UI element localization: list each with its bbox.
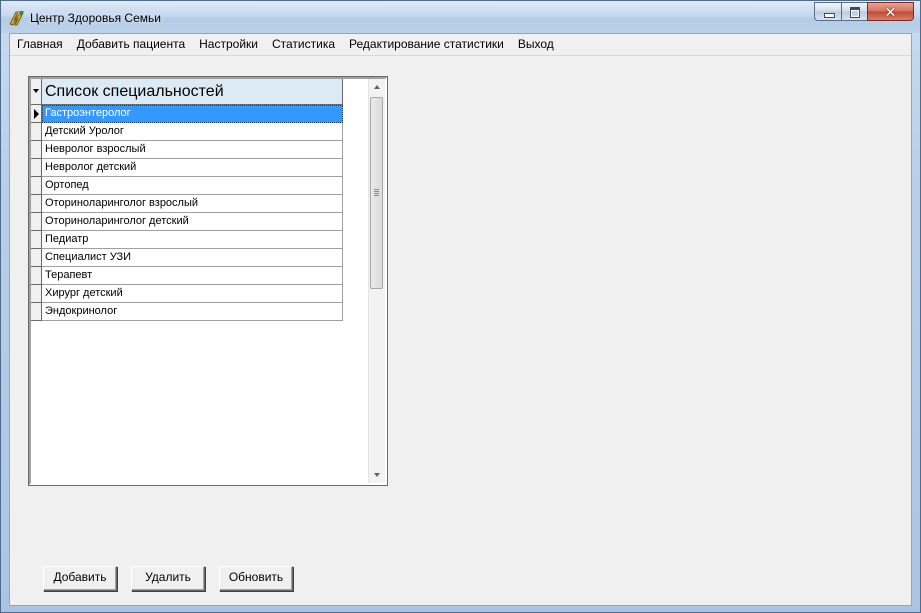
row-indicator[interactable] <box>31 177 42 195</box>
caption-buttons: ✕ <box>814 2 914 22</box>
maximize-icon <box>850 7 860 18</box>
minimize-icon <box>824 13 835 18</box>
row-indicator[interactable] <box>31 213 42 231</box>
grid-cell[interactable]: Ортопед <box>42 177 343 195</box>
grid-cell[interactable]: Терапевт <box>42 267 343 285</box>
specialties-grid[interactable]: Список специальностей Гастроэнтеролог Дет… <box>28 76 388 486</box>
grip-icon <box>374 189 379 190</box>
app-logo-icon <box>9 11 24 26</box>
table-row[interactable]: Ортопед <box>31 177 343 195</box>
table-row[interactable]: Оториноларинголог детский <box>31 213 343 231</box>
grid-cell[interactable]: Хирург детский <box>42 285 343 303</box>
grid-cell[interactable]: Невролог взрослый <box>42 141 343 159</box>
row-indicator[interactable] <box>31 195 42 213</box>
row-indicator[interactable] <box>31 123 42 141</box>
table-row[interactable]: Эндокринолог <box>31 303 343 321</box>
grid-cell[interactable]: Эндокринолог <box>42 303 343 321</box>
close-button[interactable]: ✕ <box>867 2 914 21</box>
indicator-column-header[interactable] <box>31 79 42 105</box>
table-row[interactable]: Педиатр <box>31 231 343 249</box>
app-window: Центр Здоровья Семьи ✕ Главная Добавить … <box>0 0 921 613</box>
scroll-thumb[interactable] <box>370 97 383 289</box>
row-indicator[interactable] <box>31 141 42 159</box>
window-title: Центр Здоровья Семьи <box>30 11 161 25</box>
grid-cell[interactable]: Специалист УЗИ <box>42 249 343 267</box>
client-area: Главная Добавить пациента Настройки Стат… <box>9 33 912 606</box>
table-row[interactable]: Оториноларинголог взрослый <box>31 195 343 213</box>
current-row-arrow-icon <box>34 109 39 119</box>
grid-cell[interactable]: Оториноларинголог детский <box>42 213 343 231</box>
maximize-button[interactable] <box>841 2 867 21</box>
menu-item-settings[interactable]: Настройки <box>192 34 265 55</box>
menu-item-exit[interactable]: Выход <box>511 34 561 55</box>
grid-cell[interactable]: Гастроэнтеролог <box>42 105 343 123</box>
arrow-down-icon <box>374 473 380 477</box>
table-row[interactable]: Детский Уролог <box>31 123 343 141</box>
table-row[interactable]: Невролог взрослый <box>31 141 343 159</box>
grid-rows: Гастроэнтеролог Детский Уролог Невролог вз… <box>31 105 343 321</box>
grid-cell[interactable]: Оториноларинголог взрослый <box>42 195 343 213</box>
grid-cell[interactable]: Педиатр <box>42 231 343 249</box>
table-row[interactable]: Терапевт <box>31 267 343 285</box>
menu-item-statistics[interactable]: Статистика <box>265 34 342 55</box>
table-row[interactable]: Гастроэнтеролог <box>31 105 343 123</box>
scroll-up-button[interactable] <box>369 79 385 96</box>
scroll-down-button[interactable] <box>369 466 385 483</box>
add-button[interactable]: Добавить <box>43 566 117 591</box>
row-indicator[interactable] <box>31 159 42 177</box>
menu-item-add-patient[interactable]: Добавить пациента <box>70 34 192 55</box>
grid-header: Список специальностей <box>31 79 343 105</box>
table-row[interactable]: Невролог детский <box>31 159 343 177</box>
grid-cell[interactable]: Невролог детский <box>42 159 343 177</box>
refresh-button[interactable]: Обновить <box>219 566 293 591</box>
dropdown-triangle-icon <box>33 89 39 93</box>
row-indicator[interactable] <box>31 249 42 267</box>
row-indicator[interactable] <box>31 231 42 249</box>
table-row[interactable]: Хирург детский <box>31 285 343 303</box>
menu-item-edit-statistics[interactable]: Редактирование статистики <box>342 34 511 55</box>
row-indicator[interactable] <box>31 267 42 285</box>
row-indicator[interactable] <box>31 303 42 321</box>
arrow-up-icon <box>374 85 380 89</box>
menu-bar: Главная Добавить пациента Настройки Стат… <box>10 34 911 56</box>
table-row[interactable]: Специалист УЗИ <box>31 249 343 267</box>
menu-item-main[interactable]: Главная <box>10 34 70 55</box>
minimize-button[interactable] <box>814 2 841 21</box>
grid-cell[interactable]: Детский Уролог <box>42 123 343 141</box>
row-indicator[interactable] <box>31 285 42 303</box>
delete-button[interactable]: Удалить <box>131 566 205 591</box>
row-indicator[interactable] <box>31 105 42 123</box>
grid-viewport: Список специальностей Гастроэнтеролог Дет… <box>31 79 371 483</box>
column-header-specialties[interactable]: Список специальностей <box>42 79 343 105</box>
vertical-scrollbar[interactable] <box>368 79 385 483</box>
title-bar[interactable]: Центр Здоровья Семьи ✕ <box>1 1 920 33</box>
close-icon: ✕ <box>884 4 897 20</box>
